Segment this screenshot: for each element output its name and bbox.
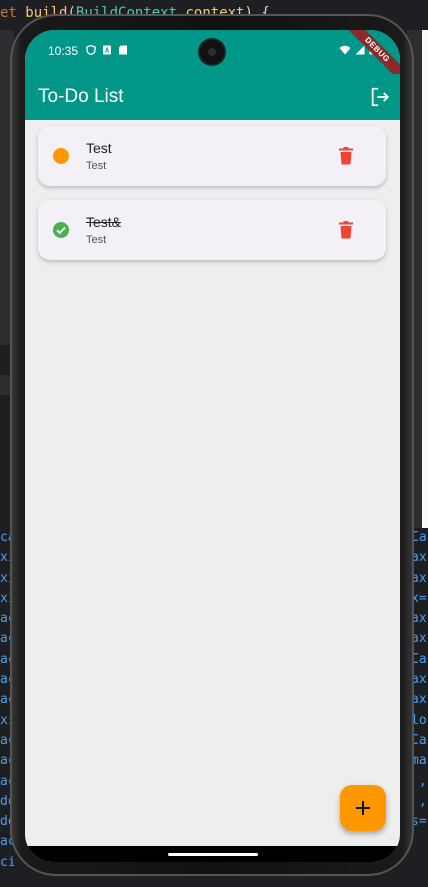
sim-a-icon [103,45,111,55]
status-time: 10:35 [48,44,79,58]
status-bar: 10:35 DEBUG [25,30,400,87]
task-title: Test& [86,214,122,230]
trash-icon[interactable] [338,147,354,165]
status-icons-left [86,45,128,55]
ide-scroll-strip [422,30,428,528]
code-keyword: et [0,5,26,21]
shield-icon [86,45,96,55]
app-screen: 10:35 DEBUG To-Do List Test Test Test& T… [25,30,400,862]
signal-icon [355,45,365,54]
task-subtitle: Test [86,160,107,172]
task-subtitle: Test [86,234,107,246]
trash-icon[interactable] [338,221,354,239]
pending-dot-icon[interactable] [52,147,70,165]
app-bar: To-Do List [25,74,400,120]
task-card[interactable]: Test& Test [38,200,386,260]
plus-icon [356,801,370,815]
task-title: Test [86,140,112,156]
navigation-bar [25,846,400,862]
logout-icon[interactable] [369,86,391,108]
sd-card-icon [119,45,127,55]
check-circle-icon[interactable] [52,221,70,239]
add-task-button[interactable] [340,785,386,831]
front-camera [200,40,224,64]
home-gesture-handle[interactable] [168,853,258,856]
task-card[interactable]: Test Test [38,126,386,186]
page-title: To-Do List [38,86,124,107]
wifi-icon [339,45,351,54]
